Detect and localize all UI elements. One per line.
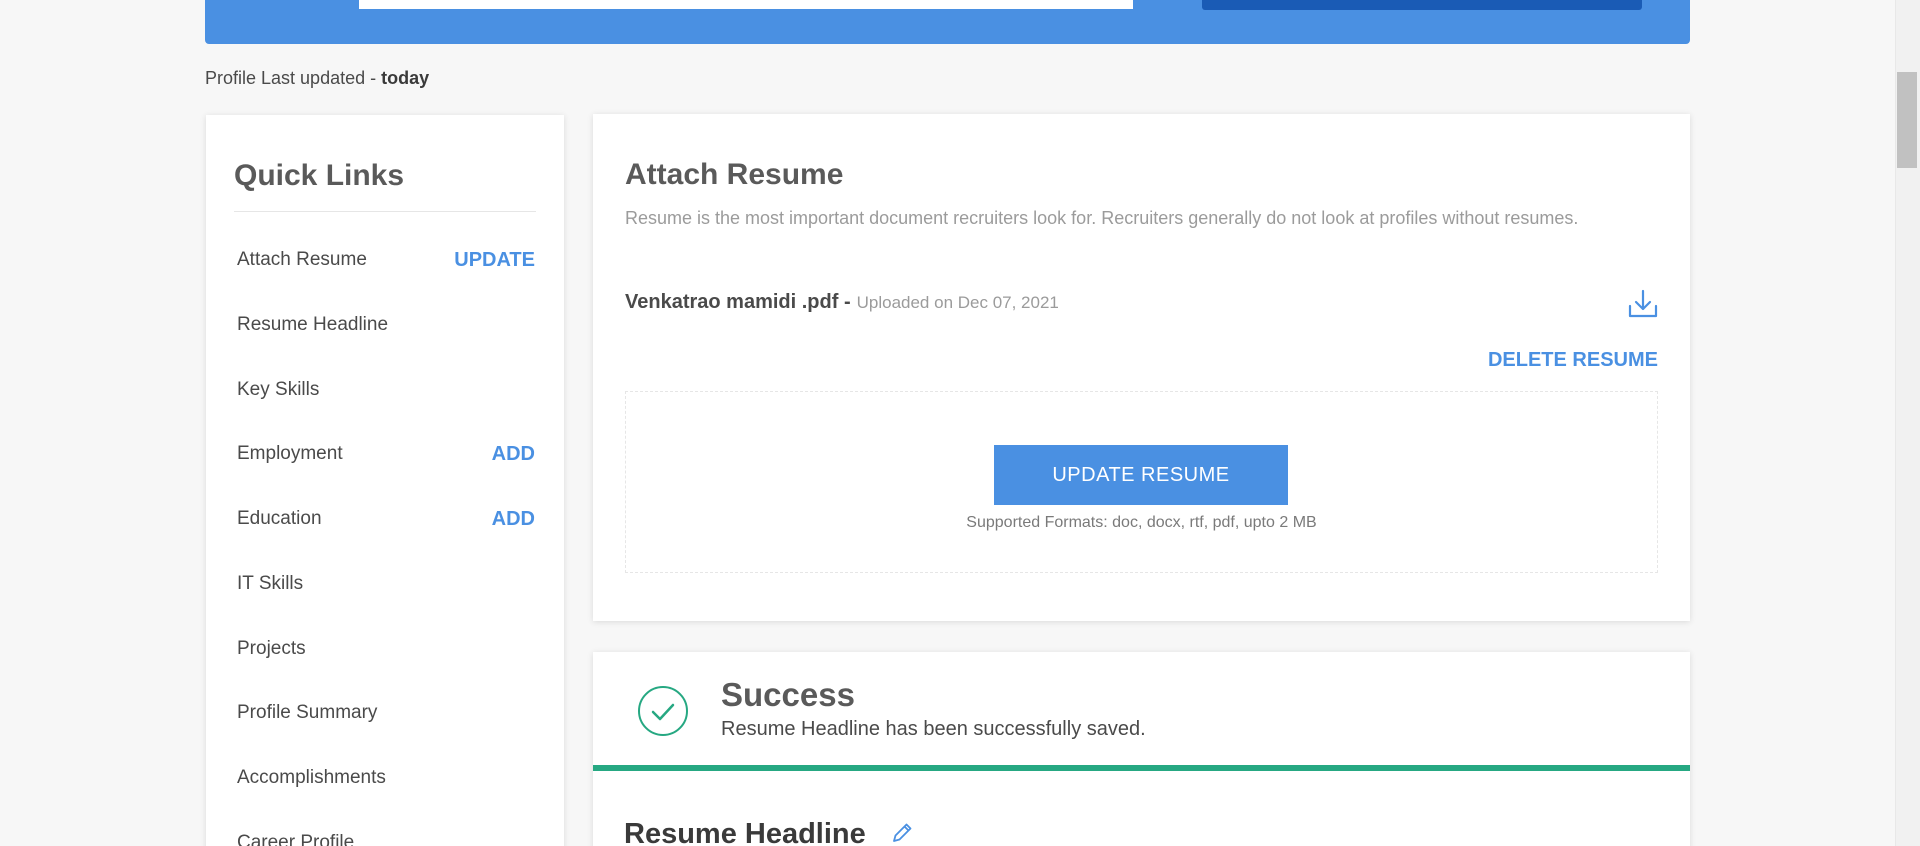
quick-links-panel: Quick Links Attach Resume UPDATE Resume … [206,115,564,846]
banner-button[interactable] [1202,0,1642,10]
quick-link-it-skills[interactable]: IT Skills [237,569,535,599]
profile-last-updated: Profile Last updated - today [205,68,429,89]
success-message: Resume Headline has been successfully sa… [721,718,1146,740]
last-updated-value: today [381,68,430,88]
success-bar [593,765,1690,771]
quick-link-career-profile[interactable]: Career Profile [237,828,535,846]
attach-resume-description: Resume is the most important document re… [625,208,1579,228]
quick-link-label[interactable]: Projects [237,638,306,660]
update-resume-button[interactable]: UPDATE RESUME [994,445,1288,505]
quick-link-label[interactable]: Profile Summary [237,702,377,724]
search-input[interactable] [359,0,1133,9]
resume-upload-area: UPDATE RESUME Supported Formats: doc, do… [625,391,1658,573]
resume-file-row: Venkatrao mamidi .pdf - Uploaded on Dec 0… [625,291,1059,314]
quick-link-label[interactable]: Key Skills [237,379,319,401]
resume-headline-title: Resume Headline [624,818,866,846]
check-circle-icon [637,685,689,737]
resume-upload-date: Uploaded on Dec 07, 2021 [856,293,1059,312]
quick-link-employment[interactable]: Employment ADD [237,439,535,469]
quick-link-label[interactable]: Resume Headline [237,314,388,336]
profile-page: Profile Last updated - today Quick Links… [0,0,1920,846]
quick-link-label[interactable]: Accomplishments [237,767,386,789]
delete-resume-link[interactable]: DELETE RESUME [1488,349,1658,372]
quick-link-projects[interactable]: Projects [237,634,535,664]
success-card: Success Resume Headline has been success… [593,652,1690,846]
quick-link-label[interactable]: IT Skills [237,573,303,595]
download-icon[interactable] [1627,289,1659,319]
last-updated-label: Profile Last updated - [205,68,382,88]
attach-resume-update-link[interactable]: UPDATE [454,249,535,272]
quick-link-attach-resume[interactable]: Attach Resume UPDATE [237,245,535,275]
quick-link-profile-summary[interactable]: Profile Summary [237,698,535,728]
quick-link-key-skills[interactable]: Key Skills [237,375,535,405]
success-title: Success [721,676,855,713]
attach-resume-card: Attach Resume Resume is the most importa… [593,114,1690,621]
quick-link-label[interactable]: Employment [237,443,343,465]
scrollbar-thumb[interactable] [1897,72,1917,168]
resume-file-name: Venkatrao mamidi .pdf - [625,291,851,313]
education-add-link[interactable]: ADD [492,508,535,531]
quick-link-education[interactable]: Education ADD [237,504,535,534]
employment-add-link[interactable]: ADD [492,443,535,466]
quick-link-label[interactable]: Education [237,508,322,530]
quick-link-label[interactable]: Attach Resume [237,249,367,271]
attach-resume-title: Attach Resume [625,158,844,191]
top-banner [205,0,1690,44]
supported-formats-text: Supported Formats: doc, docx, rtf, pdf, … [966,514,1317,531]
quick-links-title: Quick Links [234,159,405,192]
quick-link-accomplishments[interactable]: Accomplishments [237,763,535,793]
quick-link-label[interactable]: Career Profile [237,832,354,846]
pencil-icon[interactable] [889,820,915,846]
quick-links-divider [234,211,536,212]
quick-link-resume-headline[interactable]: Resume Headline [237,310,535,340]
